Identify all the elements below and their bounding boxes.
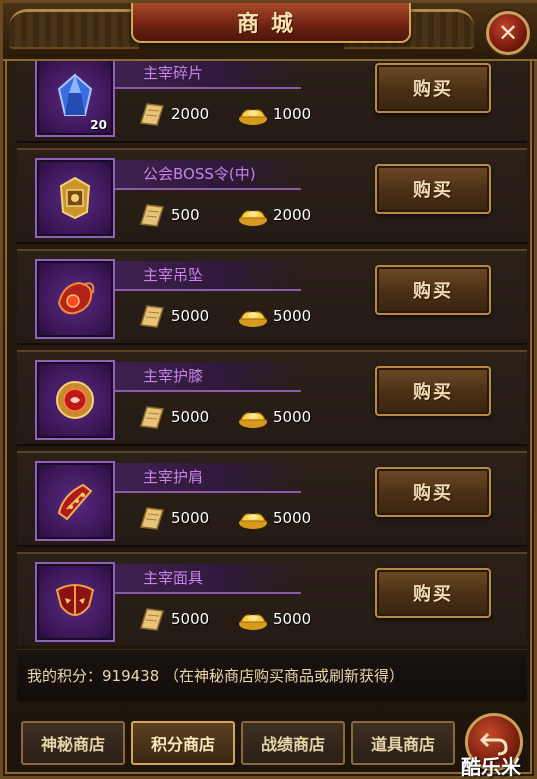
points-value: 5000 <box>171 610 210 628</box>
gold-price: 5000 <box>237 505 311 531</box>
pendant-icon <box>57 281 95 315</box>
list-item: 20 主宰碎片 2000 1000 购买 <box>17 61 527 143</box>
list-item: 主宰护肩 5000 5000 购买 <box>17 451 527 547</box>
buy-label: 购买 <box>413 79 453 100</box>
gold-ingot-icon <box>239 311 267 327</box>
list-item: 主宰护膝 5000 5000 购买 <box>17 350 527 446</box>
gem-icon <box>57 73 93 116</box>
close-icon: ✕ <box>497 19 519 47</box>
scroll-icon <box>140 103 164 126</box>
item-icon-frame[interactable] <box>35 259 115 339</box>
buy-label: 购买 <box>413 281 453 302</box>
title-plaque: 商城 <box>131 3 411 43</box>
buy-button[interactable]: 购买 <box>375 467 491 517</box>
scroll-icon <box>140 305 164 328</box>
gold-ingot-icon <box>239 109 267 125</box>
item-quantity: 20 <box>90 118 107 132</box>
buy-button[interactable]: 购买 <box>375 366 491 416</box>
buy-button[interactable]: 购买 <box>375 63 491 113</box>
points-value: 5000 <box>171 408 210 426</box>
points-value: 5000 <box>171 509 210 527</box>
tab-label: 战绩商店 <box>260 735 325 754</box>
scroll-icon <box>140 406 164 429</box>
item-name: 公会BOSS令(中) <box>143 165 256 183</box>
item-name: 主宰护肩 <box>143 468 204 486</box>
buy-label: 购买 <box>413 483 453 504</box>
title-bar: 商城 ✕ <box>3 3 537 61</box>
gold-value: 5000 <box>273 408 312 426</box>
buy-label: 购买 <box>413 382 453 403</box>
points-price: 5000 <box>137 303 209 329</box>
points-price: 500 <box>137 202 200 228</box>
buy-button[interactable]: 购买 <box>375 164 491 214</box>
buy-label: 购买 <box>413 584 453 605</box>
points-text: 我的积分：919438 （在神秘商店购买商品或刷新获得） <box>27 667 405 685</box>
tab-label: 积分商店 <box>150 735 215 754</box>
gold-ingot-icon <box>239 210 267 226</box>
item-name: 主宰护膝 <box>143 367 204 385</box>
points-info-bar: 我的积分：919438 （在神秘商店购买商品或刷新获得） <box>17 649 527 701</box>
gold-price: 1000 <box>237 101 311 127</box>
item-icon-frame[interactable] <box>35 360 115 440</box>
shoulderguard-icon <box>57 483 93 521</box>
mask-icon <box>55 584 95 616</box>
list-item: 主宰吊坠 5000 5000 购买 <box>17 249 527 345</box>
watermark-text: 酷乐米 <box>461 755 521 779</box>
gold-price: 5000 <box>237 404 311 430</box>
gold-value: 2000 <box>273 206 312 224</box>
scroll-icon <box>140 204 164 227</box>
item-name: 主宰吊坠 <box>143 266 204 284</box>
close-button[interactable]: ✕ <box>486 11 530 55</box>
points-value: 500 <box>171 206 200 224</box>
tab-mystery-shop[interactable]: 神秘商店 <box>21 721 125 765</box>
badge-icon <box>59 176 91 220</box>
kneeguard-icon <box>56 381 94 419</box>
item-list[interactable]: 20 主宰碎片 2000 1000 购买 公会BOSS令(中) 500 2000… <box>17 61 527 646</box>
item-name-bar: 公会BOSS令(中) <box>115 160 301 190</box>
tab-label: 道具商店 <box>370 735 435 754</box>
points-price: 5000 <box>137 404 209 430</box>
item-icon-frame[interactable] <box>35 158 115 238</box>
shop-window: 商城 ✕ 20 主宰碎片 2000 1000 购买 公会BOSS令(中) 500… <box>0 0 537 779</box>
item-name-bar: 主宰碎片 <box>115 61 301 89</box>
item-name-bar: 主宰护肩 <box>115 463 301 493</box>
buy-label: 购买 <box>413 180 453 201</box>
points-value: 2000 <box>171 105 210 123</box>
list-item: 主宰面具 5000 5000 购买 <box>17 552 527 646</box>
gold-value: 5000 <box>273 509 312 527</box>
item-name-bar: 主宰面具 <box>115 564 301 594</box>
points-price: 5000 <box>137 606 209 632</box>
points-price: 2000 <box>137 101 209 127</box>
gold-ingot-icon <box>239 513 267 529</box>
tab-item-shop[interactable]: 道具商店 <box>351 721 455 765</box>
gold-value: 5000 <box>273 610 312 628</box>
list-item: 公会BOSS令(中) 500 2000 购买 <box>17 148 527 244</box>
item-icon-frame[interactable] <box>35 461 115 541</box>
title-ornament-left <box>9 9 139 49</box>
item-icon-frame[interactable]: 20 <box>35 61 115 137</box>
gold-price: 5000 <box>237 303 311 329</box>
item-icon-frame[interactable] <box>35 562 115 642</box>
window-title: 商城 <box>236 11 305 37</box>
gold-ingot-icon <box>239 614 267 630</box>
gold-price: 2000 <box>237 202 311 228</box>
item-name: 主宰面具 <box>143 569 204 587</box>
gold-value: 1000 <box>273 105 312 123</box>
item-name-bar: 主宰吊坠 <box>115 261 301 291</box>
scroll-icon <box>140 507 164 530</box>
item-name: 主宰碎片 <box>143 64 204 82</box>
item-name-bar: 主宰护膝 <box>115 362 301 392</box>
points-price: 5000 <box>137 505 209 531</box>
points-value: 5000 <box>171 307 210 325</box>
buy-button[interactable]: 购买 <box>375 265 491 315</box>
gold-price: 5000 <box>237 606 311 632</box>
gold-ingot-icon <box>239 412 267 428</box>
tab-points-shop[interactable]: 积分商店 <box>131 721 235 765</box>
gold-value: 5000 <box>273 307 312 325</box>
tab-label: 神秘商店 <box>40 735 105 754</box>
buy-button[interactable]: 购买 <box>375 568 491 618</box>
scroll-icon <box>140 608 164 631</box>
tab-record-shop[interactable]: 战绩商店 <box>241 721 345 765</box>
